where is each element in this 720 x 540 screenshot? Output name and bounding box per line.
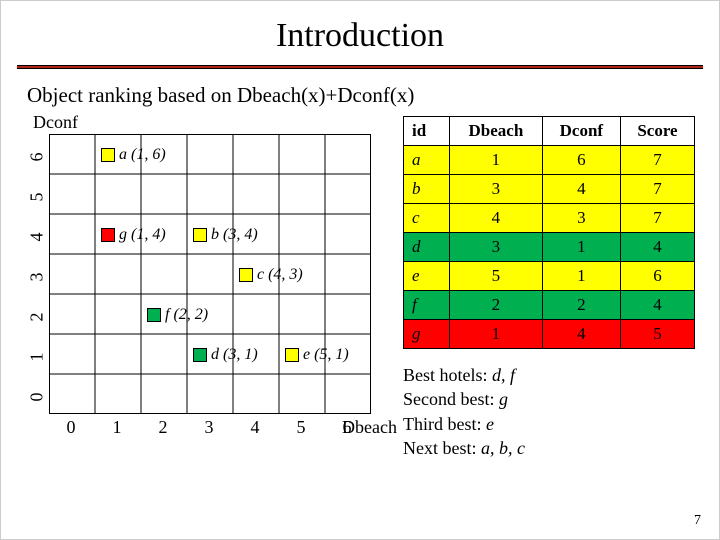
- slide-title: Introduction: [25, 17, 695, 55]
- table-cell: g: [404, 320, 450, 349]
- table-cell: 4: [542, 320, 620, 349]
- ytick-0: 0: [27, 393, 48, 409]
- table-cell: 6: [620, 262, 694, 291]
- xtick-2: 2: [153, 417, 173, 438]
- table-body: a167b347c437d314e516f224g145: [404, 146, 695, 349]
- th-dbeach: Dbeach: [450, 117, 543, 146]
- rank-line-1: Best hotels: d, f: [403, 363, 695, 387]
- table-row: g145: [404, 320, 695, 349]
- xtick-0: 0: [61, 417, 81, 438]
- table-cell: 7: [620, 146, 694, 175]
- slide-subtitle: Object ranking based on Dbeach(x)+Dconf(…: [27, 83, 695, 108]
- table-cell: b: [404, 175, 450, 204]
- table-cell: 3: [450, 233, 543, 262]
- table-cell: c: [404, 204, 450, 233]
- x-axis-label: Dbeach: [342, 417, 397, 438]
- table-cell: a: [404, 146, 450, 175]
- title-rule: [17, 65, 703, 69]
- score-table: id Dbeach Dconf Score a167b347c437d314e5…: [403, 116, 695, 349]
- table-cell: 3: [450, 175, 543, 204]
- table-cell: 1: [450, 320, 543, 349]
- table-cell: 2: [450, 291, 543, 320]
- table-cell: 2: [542, 291, 620, 320]
- rank-line-4: Next best: a, b, c: [403, 436, 695, 460]
- ytick-5: 5: [27, 193, 48, 209]
- table-header-row: id Dbeach Dconf Score: [404, 117, 695, 146]
- ytick-1: 1: [27, 353, 48, 369]
- chart-grid: 0 1 2 3 4 5 6 0 1 2 3 4 5 6 Dbeach: [49, 134, 371, 414]
- xtick-3: 3: [199, 417, 219, 438]
- table-row: f224: [404, 291, 695, 320]
- xtick-5: 5: [291, 417, 311, 438]
- rank-line-3: Third best: e: [403, 412, 695, 436]
- xtick-1: 1: [107, 417, 127, 438]
- table-row: e516: [404, 262, 695, 291]
- y-axis-label: Dconf: [33, 112, 78, 133]
- content-row: Dconf 0 1 2 3 4 5 6 0 1 2 3 4 5: [25, 116, 695, 460]
- table-cell: 7: [620, 175, 694, 204]
- ytick-4: 4: [27, 233, 48, 249]
- th-id: id: [404, 117, 450, 146]
- table-cell: 1: [542, 233, 620, 262]
- table-row: c437: [404, 204, 695, 233]
- table-cell: 4: [450, 204, 543, 233]
- th-dconf: Dconf: [542, 117, 620, 146]
- table-cell: e: [404, 262, 450, 291]
- table-cell: 5: [450, 262, 543, 291]
- table-cell: 1: [450, 146, 543, 175]
- slide: Introduction Object ranking based on Dbe…: [1, 1, 719, 539]
- table-cell: 4: [620, 233, 694, 262]
- table-panel: id Dbeach Dconf Score a167b347c437d314e5…: [403, 116, 695, 460]
- ytick-3: 3: [27, 273, 48, 289]
- table-cell: f: [404, 291, 450, 320]
- xtick-4: 4: [245, 417, 265, 438]
- rank-line-2: Second best: g: [403, 387, 695, 411]
- ytick-2: 2: [27, 313, 48, 329]
- th-score: Score: [620, 117, 694, 146]
- table-cell: 4: [542, 175, 620, 204]
- table-cell: 5: [620, 320, 694, 349]
- table-row: d314: [404, 233, 695, 262]
- ranking-list: Best hotels: d, f Second best: g Third b…: [403, 363, 695, 460]
- page-number: 7: [694, 513, 701, 529]
- table-cell: 1: [542, 262, 620, 291]
- table-cell: 7: [620, 204, 694, 233]
- chart-panel: Dconf 0 1 2 3 4 5 6 0 1 2 3 4 5: [25, 116, 385, 460]
- table-row: b347: [404, 175, 695, 204]
- ytick-6: 6: [27, 153, 48, 169]
- table-cell: 4: [620, 291, 694, 320]
- table-row: a167: [404, 146, 695, 175]
- table-cell: d: [404, 233, 450, 262]
- grid-lines: [49, 134, 371, 414]
- scatter-chart: 0 1 2 3 4 5 6 0 1 2 3 4 5 6 Dbeach: [49, 134, 385, 414]
- table-cell: 6: [542, 146, 620, 175]
- table-cell: 3: [542, 204, 620, 233]
